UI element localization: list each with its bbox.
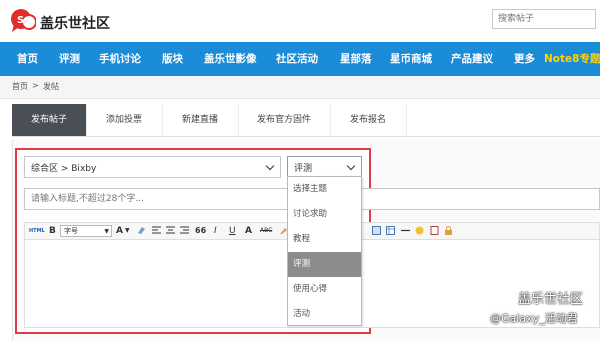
align-left-icon[interactable]: [152, 226, 161, 235]
category-option-experience[interactable]: 使用心得: [288, 277, 361, 302]
nav-item-review[interactable]: 评测: [59, 42, 80, 76]
italic-button[interactable]: I: [214, 225, 217, 237]
forum-select-value: 综合区 > Bixby: [31, 164, 97, 174]
nav-item-note8-special[interactable]: Note8专题: [544, 42, 600, 76]
underline-button[interactable]: U: [229, 225, 236, 237]
horizontal-line-icon[interactable]: [401, 226, 410, 235]
tab-new-live[interactable]: 新建直播: [162, 104, 239, 136]
font-style-button[interactable]: A: [245, 225, 252, 237]
watermark-author: @Galaxy_活动君: [490, 312, 578, 325]
emoji-icon[interactable]: [415, 226, 424, 235]
svg-text:S: S: [17, 15, 24, 26]
font-size-select[interactable]: 字号 ▼: [60, 225, 112, 237]
strikethrough-button[interactable]: ABC: [260, 225, 272, 237]
nav-item-home[interactable]: 首页: [17, 42, 38, 76]
category-option-review[interactable]: 评测: [288, 252, 361, 277]
category-dropdown-menu: 选择主题 讨论求助 教程 评测 使用心得 活动: [287, 176, 362, 326]
site-header: S 盖乐世社区: [0, 0, 600, 42]
caret-down-icon[interactable]: ▼: [125, 225, 130, 237]
nav-item-product-suggestions[interactable]: 产品建议: [451, 42, 493, 76]
tab-publish-post[interactable]: 发布帖子: [12, 104, 87, 136]
watermark-site-name: 盖乐世社区: [518, 292, 584, 307]
main-nav: 首页 评测 手机讨论 版块 盖乐世影像 社区活动 星部落 星币商城 产品建议 更…: [0, 42, 600, 76]
category-option-event[interactable]: 活动: [288, 302, 361, 327]
search-input[interactable]: [492, 9, 596, 29]
caret-down-icon: ▼: [104, 228, 109, 235]
nav-item-star-coin-mall[interactable]: 星币商城: [390, 42, 432, 76]
eraser-icon[interactable]: [137, 226, 146, 235]
forum-select[interactable]: 综合区 > Bixby: [24, 156, 281, 178]
nav-item-galaxy-imaging[interactable]: 盖乐世影像: [204, 42, 257, 76]
nav-item-boards[interactable]: 版块: [162, 42, 183, 76]
category-select-value: 评测: [294, 164, 313, 174]
font-size-label: 字号: [64, 227, 78, 235]
nav-item-phone-discussion[interactable]: 手机讨论: [99, 42, 141, 76]
align-right-icon[interactable]: [180, 226, 189, 235]
community-logo-icon[interactable]: S: [10, 8, 36, 34]
category-option-select-topic[interactable]: 选择主题: [288, 177, 361, 202]
breadcrumb-separator: >: [32, 81, 39, 90]
quote-icon[interactable]: 66: [195, 225, 206, 237]
nav-item-community-events[interactable]: 社区活动: [276, 42, 318, 76]
category-option-discussion-help[interactable]: 讨论求助: [288, 202, 361, 227]
chevron-down-icon: [346, 161, 356, 171]
image-icon[interactable]: [372, 226, 381, 235]
tab-publish-signup[interactable]: 发布报名: [330, 104, 407, 136]
html-mode-button[interactable]: HTML: [29, 225, 45, 237]
breadcrumb-current: 发帖: [43, 82, 59, 91]
tab-publish-firmware[interactable]: 发布官方固件: [238, 104, 331, 136]
category-select[interactable]: 评测: [287, 156, 362, 178]
site-name[interactable]: 盖乐世社区: [40, 13, 110, 33]
tab-add-poll[interactable]: 添加投票: [86, 104, 163, 136]
post-type-tabs: 发布帖子 添加投票 新建直播 发布官方固件 发布报名: [12, 104, 600, 137]
align-center-icon[interactable]: [166, 226, 175, 235]
font-color-button[interactable]: A: [116, 225, 123, 237]
table-icon[interactable]: [386, 226, 395, 235]
nav-item-star-tribe[interactable]: 星部落: [340, 42, 372, 76]
lock-icon[interactable]: [444, 226, 453, 235]
chevron-down-icon: [265, 161, 275, 171]
nav-item-more[interactable]: 更多: [514, 42, 535, 76]
attachment-icon[interactable]: [430, 226, 439, 235]
category-option-tutorial[interactable]: 教程: [288, 227, 361, 252]
breadcrumb: 首页 > 发帖: [0, 76, 600, 99]
breadcrumb-home[interactable]: 首页: [12, 81, 28, 92]
bold-button[interactable]: B: [49, 225, 56, 237]
